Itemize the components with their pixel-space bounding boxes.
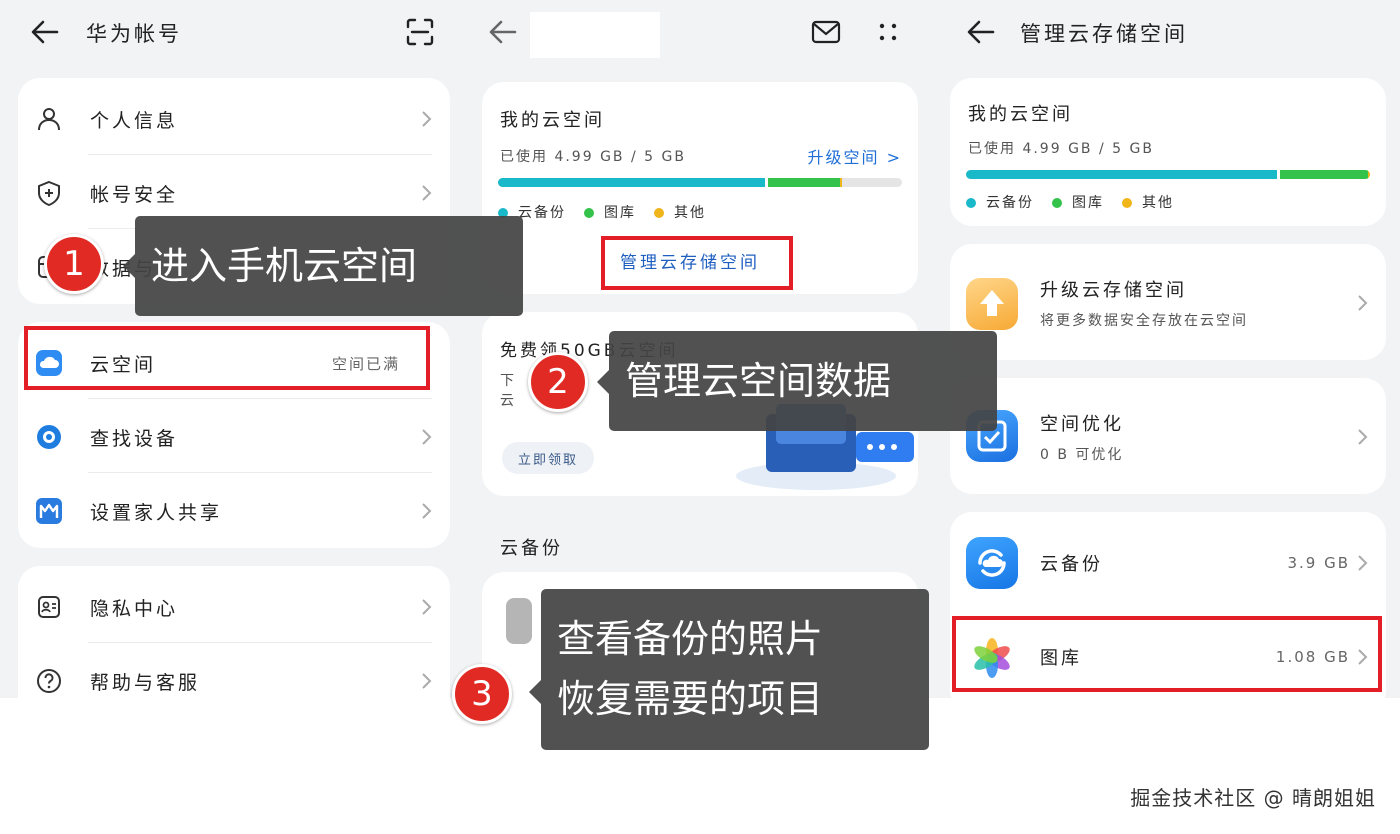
item-label: 云备份 [1040, 554, 1103, 575]
bar-segment-other [840, 178, 843, 187]
step-3-line-1: 查看备份的照片 [557, 617, 824, 661]
list-item-family-share[interactable]: 设置家人共享 [18, 474, 450, 548]
list-item-help[interactable]: 帮助与客服 [18, 644, 450, 698]
divider [88, 642, 432, 643]
chevron-right-icon [1358, 429, 1368, 445]
optimize-subtitle: 0 B 可优化 [1040, 447, 1124, 463]
step-2-badge: 2 [528, 352, 588, 412]
divider [88, 154, 432, 155]
upgrade-space-link[interactable]: 升级空间 > [808, 144, 903, 168]
upgrade-storage-card[interactable]: 升级云存储空间 将更多数据安全存放在云空间 [950, 244, 1386, 360]
page-title: 华为帐号 [86, 22, 182, 46]
chevron-right-icon [1358, 295, 1368, 311]
step-1-badge: 1 [44, 234, 104, 294]
help-icon [37, 669, 61, 693]
back-arrow-icon[interactable] [966, 18, 996, 46]
more-grid-icon[interactable] [872, 16, 904, 48]
storage-bar [498, 178, 902, 187]
storage-summary-card: 我的云空间 已使用 4.99 GB / 5 GB 云备份 图库 其他 [950, 78, 1386, 226]
bar-segment-other [1368, 170, 1370, 179]
storage-used: 已使用 4.99 GB / 5 GB [968, 141, 1154, 157]
chevron-right-icon [422, 429, 432, 445]
storage-legend: 云备份 图库 其他 [498, 202, 706, 222]
legend-gallery: 图库 [584, 202, 636, 222]
manage-storage-panel: 管理云存储空间 我的云空间 已使用 4.99 GB / 5 GB 云备份 图库 … [936, 0, 1400, 698]
list-item-personal-info[interactable]: 个人信息 [18, 82, 450, 156]
chevron-right-icon [422, 599, 432, 615]
claim-button[interactable]: 立即领取 [502, 442, 594, 474]
mail-icon[interactable] [810, 16, 842, 48]
space-optimize-card[interactable]: 空间优化 0 B 可优化 [950, 378, 1386, 494]
legend-backup: 云备份 [966, 192, 1034, 212]
storage-bar [966, 170, 1370, 179]
item-label: 隐私中心 [90, 597, 179, 620]
watermark: 掘金技术社区 @ 晴朗姐姐 [1130, 786, 1376, 810]
promo-desc-1: 下 [500, 373, 516, 389]
step-3-badge: 3 [452, 664, 512, 724]
item-label: 个人信息 [90, 109, 179, 132]
bar-segment-gallery [1280, 170, 1368, 179]
legend-gallery: 图库 [1052, 192, 1104, 212]
storage-title: 我的云空间 [968, 104, 1073, 125]
upgrade-title: 升级云存储空间 [1040, 280, 1187, 301]
promo-desc-2: 云 [500, 393, 516, 409]
page-title: 管理云存储空间 [1020, 22, 1188, 46]
item-label: 设置家人共享 [90, 501, 223, 524]
chevron-right-icon [422, 111, 432, 127]
highlight-gallery [952, 616, 1382, 692]
cloud-backup-icon [966, 537, 1018, 589]
list-item-find-device[interactable]: 查找设备 [18, 400, 450, 474]
person-icon [38, 108, 60, 131]
callout-pointer [529, 680, 541, 704]
redacted-title [530, 12, 660, 58]
backup-section-title: 云备份 [500, 538, 563, 559]
storage-legend: 云备份 图库 其他 [966, 192, 1174, 212]
step-3-callout: 查看备份的照片 恢复需要的项目 [541, 589, 929, 750]
divider [88, 398, 432, 399]
step-1-callout: 进入手机云空间 [135, 216, 523, 316]
privacy-icon [38, 596, 60, 618]
shield-icon [38, 180, 60, 206]
bar-segment-backup [966, 170, 1278, 179]
bar-segment-backup [498, 178, 765, 187]
divider [88, 472, 432, 473]
back-arrow-icon[interactable] [30, 18, 60, 46]
find-device-icon [37, 425, 61, 449]
legend-other: 其他 [1122, 192, 1174, 212]
highlight-manage-storage [601, 236, 793, 290]
item-label: 查找设备 [90, 427, 179, 450]
back-arrow-icon[interactable] [488, 18, 518, 46]
item-label: 帮助与客服 [90, 671, 201, 694]
upgrade-icon [966, 278, 1018, 330]
family-share-icon [36, 498, 62, 524]
support-card: 隐私中心 帮助与客服 [18, 566, 450, 698]
step-2-callout: 管理云空间数据 [609, 331, 997, 431]
item-label: 帐号安全 [90, 183, 179, 206]
legend-other: 其他 [654, 202, 706, 222]
chevron-right-icon [422, 673, 432, 689]
chevron-right-icon [1358, 555, 1368, 571]
item-size: 3.9 GB [1287, 554, 1350, 572]
optimize-title: 空间优化 [1040, 414, 1124, 435]
chevron-right-icon [422, 185, 432, 201]
upgrade-subtitle: 将更多数据安全存放在云空间 [1040, 313, 1248, 329]
callout-pointer [123, 254, 135, 278]
bar-segment-gallery [767, 178, 841, 187]
step-3-line-2: 恢复需要的项目 [557, 677, 824, 721]
chevron-right-icon [422, 503, 432, 519]
scan-icon[interactable] [404, 16, 436, 48]
storage-title: 我的云空间 [500, 110, 605, 131]
list-item-privacy-center[interactable]: 隐私中心 [18, 570, 450, 644]
storage-used: 已使用 4.99 GB / 5 GB [500, 149, 686, 165]
phone-device-icon [506, 598, 532, 644]
callout-pointer [597, 370, 609, 394]
highlight-cloud-space [24, 326, 430, 390]
list-item-cloud-backup[interactable]: 云备份 3.9 GB [950, 526, 1386, 600]
